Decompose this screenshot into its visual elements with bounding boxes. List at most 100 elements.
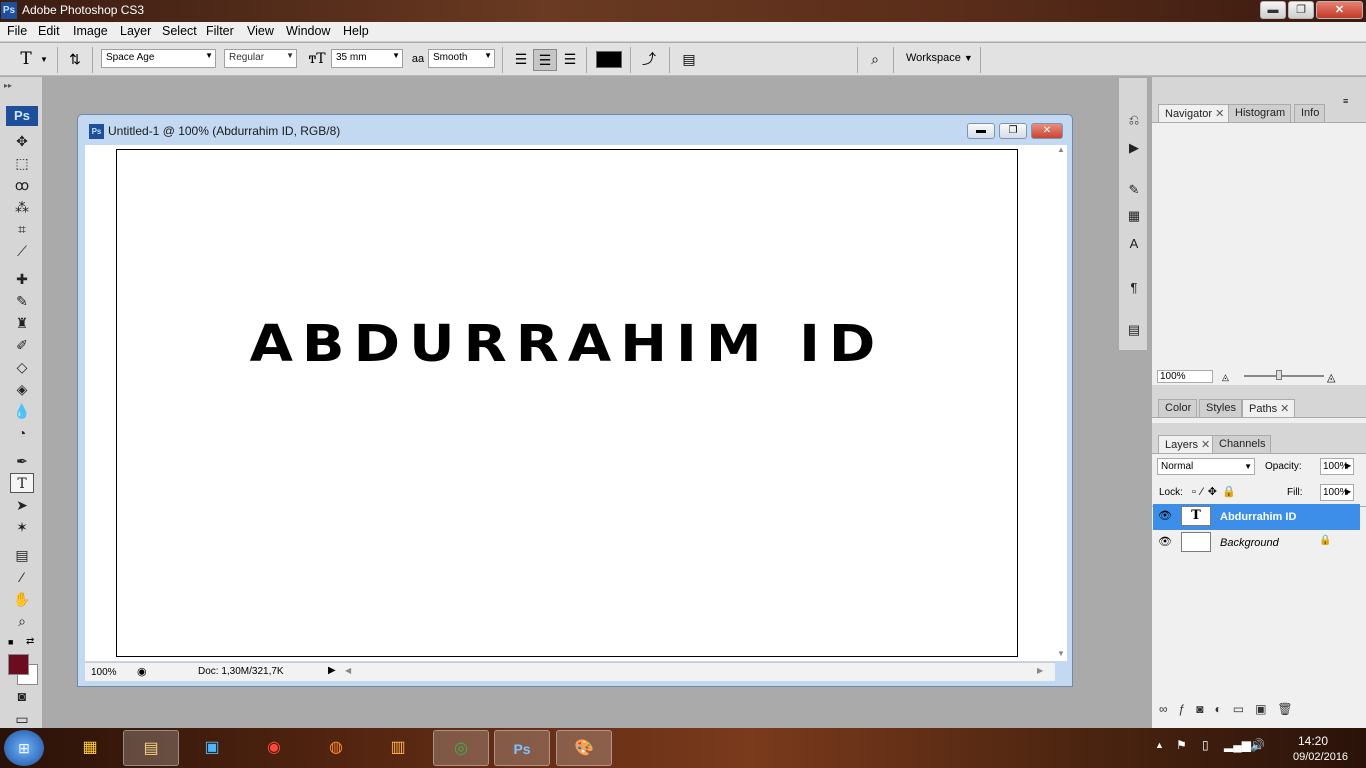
scroll-left-icon[interactable]: ◀ [345, 666, 351, 675]
font-size-select[interactable]: 35 mm ▼ [331, 49, 403, 68]
status-menu-icon[interactable]: ◉ [137, 665, 147, 678]
panel-menu-icon[interactable]: ≡ [1343, 96, 1348, 106]
actions-panel-icon[interactable]: ▶ [1124, 138, 1144, 158]
tab-navigator[interactable]: Navigator ✕ [1158, 104, 1231, 122]
layers-footer-icons[interactable]: ∞ƒ◙◐▭▣🗑 [1153, 702, 1360, 720]
layer-row-background[interactable]: 👁 Background 🔒 [1153, 530, 1360, 556]
tab-styles[interactable]: Styles [1199, 399, 1242, 417]
collapse-icon[interactable]: ▸▸ [4, 81, 12, 90]
eraser-tool-icon[interactable]: ◇ [10, 357, 34, 377]
tab-color[interactable]: Color [1158, 399, 1198, 417]
menu-window[interactable]: Window [286, 24, 330, 38]
workspace-menu[interactable]: Workspace ▼ [906, 52, 973, 64]
foreground-color-swatch[interactable] [8, 654, 29, 675]
restore-button[interactable]: ❐ [1288, 1, 1314, 19]
marquee-tool-icon[interactable]: ⬚ [10, 153, 34, 173]
minimize-button[interactable]: ▬ [1260, 1, 1286, 19]
zoom-level[interactable]: 100% [91, 667, 117, 678]
character-panel-icon[interactable]: A [1124, 234, 1144, 254]
text-color-swatch[interactable] [596, 51, 622, 68]
menu-filter[interactable]: Filter [206, 24, 234, 38]
document-minimize-button[interactable]: ▬ [967, 123, 995, 139]
quick-mask-icon[interactable]: ◙ [10, 686, 34, 706]
close-icon[interactable]: ✕ [1215, 108, 1224, 120]
bridge-icon[interactable]: ⌕ [863, 49, 887, 69]
pen-tool-icon[interactable]: ✒ [10, 451, 34, 471]
eye-icon[interactable]: 👁 [1158, 509, 1172, 522]
taskbar-store-icon[interactable]: ▣ [184, 730, 240, 766]
tab-paths[interactable]: Paths ✕ [1242, 399, 1296, 417]
photoshop-logo[interactable]: Ps [6, 106, 38, 126]
brush-tool-icon[interactable]: ✎ [10, 291, 34, 311]
layer-comps-icon[interactable]: ▤ [1124, 320, 1144, 340]
history-panel-icon[interactable]: ⎌ [1124, 110, 1144, 130]
warp-text-icon[interactable]: ⤴ [638, 49, 660, 69]
eyedropper-icon[interactable]: ⁄ [10, 567, 34, 587]
font-style-select[interactable]: Regular ▼ [224, 49, 297, 68]
dodge-tool-icon[interactable]: ◔ [10, 423, 34, 443]
zoom-slider[interactable] [1244, 375, 1324, 377]
taskbar-paint-icon[interactable]: 🎨 [556, 730, 612, 766]
paragraph-panel-icon[interactable]: ¶ [1124, 278, 1144, 298]
tab-layers[interactable]: Layers ✕ [1158, 435, 1217, 453]
volume-icon[interactable]: 🔊 [1250, 738, 1265, 752]
custom-shape-icon[interactable]: ✶ [10, 517, 34, 537]
flag-icon[interactable]: ⚑ [1176, 738, 1187, 752]
hand-tool-icon[interactable]: ✋ [10, 589, 34, 609]
slice-tool-icon[interactable]: ⟋ [10, 241, 34, 261]
document-close-button[interactable]: ✕ [1031, 123, 1063, 139]
clone-stamp-icon[interactable]: ♜ [10, 313, 34, 333]
fill-arrow-icon[interactable]: ▶ [1345, 487, 1351, 496]
tab-channels[interactable]: Channels [1212, 435, 1272, 453]
brushes-panel-icon[interactable]: ✎ [1124, 180, 1144, 200]
status-arrow-icon[interactable]: ▶ [328, 665, 336, 676]
zoom-slider-handle[interactable] [1276, 370, 1282, 380]
taskbar-winrar-icon[interactable]: ▥ [370, 730, 426, 766]
align-center-icon[interactable]: ☰ [533, 49, 557, 71]
document-maximize-button[interactable]: ❐ [999, 123, 1027, 139]
blur-tool-icon[interactable]: 💧 [10, 401, 34, 421]
scroll-down-icon[interactable]: ▼ [1057, 649, 1065, 658]
navigator-zoom[interactable]: 100% [1157, 370, 1213, 383]
menu-edit[interactable]: Edit [38, 24, 60, 38]
notes-tool-icon[interactable]: ▤ [10, 545, 34, 565]
taskbar-chrome-icon[interactable]: ◎ [433, 730, 489, 766]
menu-select[interactable]: Select [162, 24, 197, 38]
font-family-select[interactable]: Space Age ▼ [101, 49, 216, 68]
close-icon[interactable]: ✕ [1280, 403, 1289, 415]
canvas-text-layer[interactable]: ABDURRAHIM ID [117, 315, 1017, 374]
taskbar-bluestacks-icon[interactable]: ◉ [246, 730, 302, 766]
type-tool-icon[interactable]: T [10, 473, 34, 493]
magic-wand-icon[interactable]: ⁂ [10, 197, 34, 217]
scroll-up-icon[interactable]: ▲ [1057, 145, 1065, 154]
move-tool-icon[interactable]: ✥ [10, 131, 34, 151]
menu-layer[interactable]: Layer [120, 24, 151, 38]
text-orientation-icon[interactable]: ⇅ [65, 49, 85, 69]
tab-info[interactable]: Info [1294, 104, 1326, 122]
tray-expand-icon[interactable]: ▲ [1155, 740, 1164, 750]
zoom-tool-icon[interactable]: ⌕ [10, 611, 34, 631]
layer-row-text[interactable]: 👁 T Abdurrahim ID [1153, 504, 1360, 530]
type-tool-preset-icon[interactable]: T [14, 49, 38, 69]
tool-presets-icon[interactable]: ▦ [1124, 206, 1144, 226]
vertical-scrollbar[interactable]: ▲ ▼ [1055, 145, 1067, 661]
paint-bucket-icon[interactable]: ◈ [10, 379, 34, 399]
menu-help[interactable]: Help [343, 24, 369, 38]
menu-image[interactable]: Image [73, 24, 108, 38]
default-colors-icon[interactable]: ■ [8, 637, 13, 647]
photoshop-app-icon[interactable]: Ps [1, 2, 17, 19]
path-selection-icon[interactable]: ➤ [10, 495, 34, 515]
crop-tool-icon[interactable]: ⌗ [10, 219, 34, 239]
taskbar-explorer-icon[interactable]: ▤ [123, 730, 179, 766]
scroll-right-icon[interactable]: ▶ [1037, 666, 1043, 675]
align-right-icon[interactable]: ☰ [560, 49, 580, 69]
zoom-in-icon[interactable]: ◬ [1327, 371, 1335, 384]
clock-date[interactable]: 09/02/2016 [1293, 751, 1348, 763]
clock-time[interactable]: 14:20 [1298, 734, 1328, 748]
battery-icon[interactable]: ▯ [1202, 738, 1209, 752]
menu-file[interactable]: File [7, 24, 27, 38]
swap-colors-icon[interactable]: ⇄ [26, 636, 34, 647]
screen-mode-icon[interactable]: ▭ [10, 709, 34, 729]
menu-view[interactable]: View [247, 24, 274, 38]
start-button[interactable]: ⊞ [4, 730, 44, 766]
